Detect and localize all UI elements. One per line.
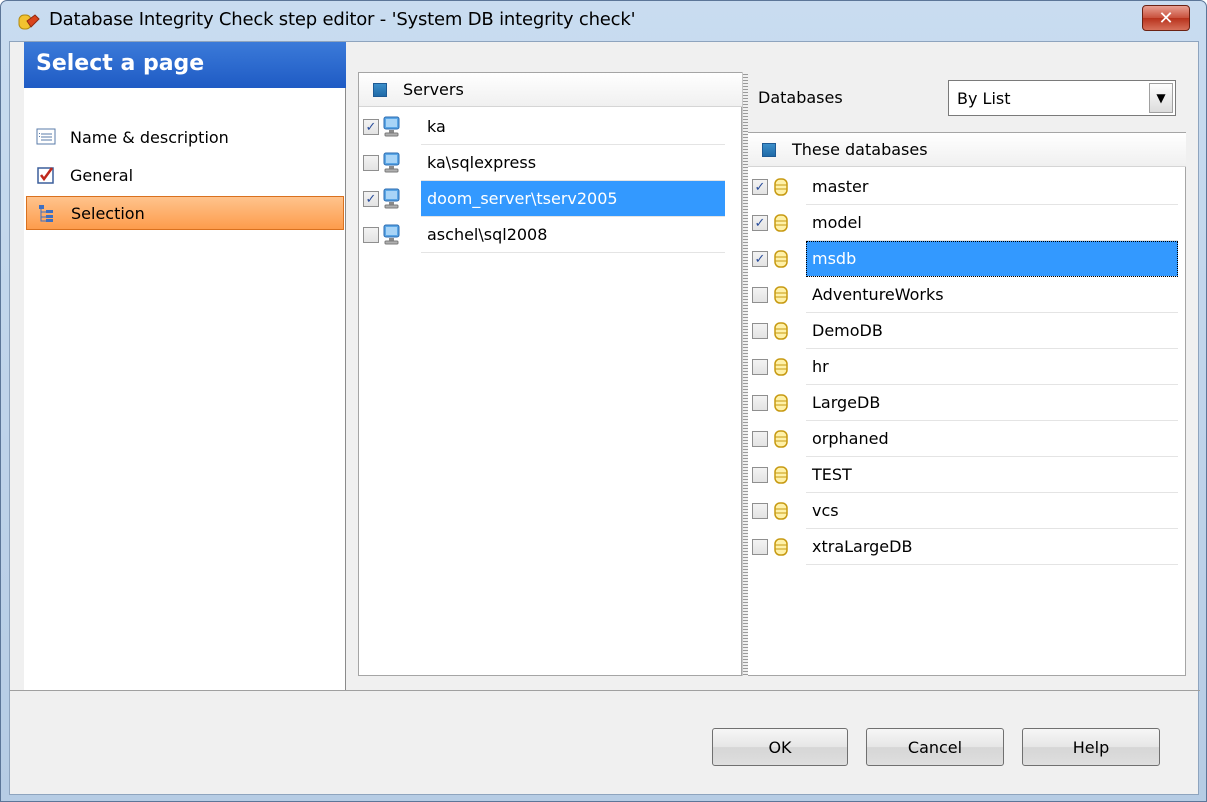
- database-icon: [774, 429, 788, 449]
- row-checkbox[interactable]: [752, 431, 768, 447]
- dialog-client-area: Select a page Name & description General: [9, 41, 1200, 795]
- row-checkbox[interactable]: [752, 287, 768, 303]
- tree-icon: [39, 205, 53, 222]
- database-row[interactable]: LargeDB: [748, 385, 1178, 421]
- row-name[interactable]: xtraLargeDB: [806, 529, 1178, 565]
- window-title: Database Integrity Check step editor - '…: [49, 9, 636, 30]
- row-checkbox[interactable]: [363, 227, 379, 243]
- row-checkbox[interactable]: [363, 155, 379, 171]
- row-checkbox[interactable]: [752, 359, 768, 375]
- page-navigator: Select a page Name & description General: [24, 42, 346, 690]
- database-icon: [774, 465, 788, 485]
- server-row[interactable]: ✓ ka: [359, 109, 725, 145]
- row-checkbox[interactable]: ✓: [752, 215, 768, 231]
- row-name[interactable]: doom_server\tserv2005: [421, 181, 725, 217]
- row-name[interactable]: model: [806, 205, 1178, 241]
- database-row[interactable]: ✓ master: [748, 169, 1178, 205]
- select-all-databases-checkbox[interactable]: [762, 142, 776, 157]
- row-name[interactable]: hr: [806, 349, 1178, 385]
- row-name[interactable]: DemoDB: [806, 313, 1178, 349]
- row-name[interactable]: LargeDB: [806, 385, 1178, 421]
- servers-header-label: Servers: [403, 80, 464, 99]
- nav-item-label: General: [70, 165, 134, 185]
- server-row[interactable]: aschel\sql2008: [359, 217, 725, 253]
- database-icon: [774, 177, 788, 197]
- servers-header[interactable]: Servers: [359, 73, 743, 107]
- database-row[interactable]: DemoDB: [748, 313, 1178, 349]
- database-row[interactable]: xtraLargeDB: [748, 529, 1178, 565]
- list-icon: [36, 128, 56, 145]
- database-icon: [774, 393, 788, 413]
- page-navigator-header: Select a page: [24, 42, 346, 88]
- row-name[interactable]: aschel\sql2008: [421, 217, 725, 253]
- databases-mode-value: By List: [957, 88, 1011, 108]
- cancel-button[interactable]: Cancel: [866, 728, 1004, 766]
- title-bar: Database Integrity Check step editor - '…: [1, 1, 1206, 41]
- row-checkbox[interactable]: [752, 467, 768, 483]
- server-row[interactable]: ✓ doom_server\tserv2005: [359, 181, 725, 217]
- nav-item-label: Selection: [71, 203, 145, 223]
- database-icon: [774, 537, 788, 557]
- database-icon: [774, 357, 788, 377]
- database-icon: [774, 285, 788, 305]
- server-icon: [381, 152, 401, 174]
- checkbox-icon: [37, 167, 54, 184]
- servers-grid: Servers ✓ ka ka\sqlexpress ✓ doom_server\tse…: [358, 72, 743, 676]
- row-name[interactable]: orphaned: [806, 421, 1178, 457]
- row-name[interactable]: vcs: [806, 493, 1178, 529]
- dialog-window: Database Integrity Check step editor - '…: [0, 0, 1207, 802]
- databases-header[interactable]: These databases: [748, 133, 1186, 167]
- row-name[interactable]: msdb: [806, 241, 1178, 277]
- server-row[interactable]: ka\sqlexpress: [359, 145, 725, 181]
- database-row[interactable]: hr: [748, 349, 1178, 385]
- database-icon: [774, 213, 788, 233]
- nav-item-selection[interactable]: Selection: [26, 196, 344, 230]
- databases-label: Databases: [758, 88, 843, 107]
- databases-header-label: These databases: [792, 140, 928, 159]
- database-row[interactable]: orphaned: [748, 421, 1178, 457]
- row-checkbox[interactable]: [752, 503, 768, 519]
- database-row[interactable]: ✓ model: [748, 205, 1178, 241]
- databases-grid: These databases ✓ master ✓ model ✓ msdb Advent…: [748, 132, 1186, 676]
- database-icon: [774, 321, 788, 341]
- row-name[interactable]: TEST: [806, 457, 1178, 493]
- nav-item-label: Name & description: [70, 127, 229, 147]
- close-button[interactable]: ✕: [1142, 5, 1190, 31]
- databases-mode-select[interactable]: By List ▼: [948, 80, 1176, 116]
- row-checkbox[interactable]: ✓: [363, 191, 379, 207]
- ok-button[interactable]: OK: [712, 728, 848, 766]
- row-checkbox[interactable]: [752, 395, 768, 411]
- cancel-button-label: Cancel: [907, 737, 963, 757]
- database-icon: [774, 249, 788, 269]
- database-row[interactable]: ✓ msdb: [748, 241, 1178, 277]
- row-checkbox[interactable]: [752, 539, 768, 555]
- row-name[interactable]: ka: [421, 109, 725, 145]
- close-icon: ✕: [1158, 7, 1174, 29]
- help-button-label: Help: [1072, 737, 1110, 757]
- bottom-separator: [10, 690, 1200, 691]
- server-icon: [381, 116, 401, 138]
- nav-item-general[interactable]: General: [26, 158, 344, 192]
- row-name[interactable]: AdventureWorks: [806, 277, 1178, 313]
- database-icon: [774, 501, 788, 521]
- chevron-down-icon[interactable]: ▼: [1149, 83, 1173, 113]
- app-icon: [18, 14, 40, 30]
- nav-item-name-description[interactable]: Name & description: [26, 120, 344, 154]
- help-button[interactable]: Help: [1022, 728, 1160, 766]
- row-name[interactable]: master: [806, 169, 1178, 205]
- select-all-servers-checkbox[interactable]: [373, 82, 387, 97]
- server-icon: [381, 224, 401, 246]
- database-row[interactable]: TEST: [748, 457, 1178, 493]
- database-row[interactable]: vcs: [748, 493, 1178, 529]
- server-icon: [381, 188, 401, 210]
- row-checkbox[interactable]: [752, 323, 768, 339]
- row-checkbox[interactable]: ✓: [363, 119, 379, 135]
- row-checkbox[interactable]: ✓: [752, 179, 768, 195]
- database-row[interactable]: AdventureWorks: [748, 277, 1178, 313]
- row-name[interactable]: ka\sqlexpress: [421, 145, 725, 181]
- ok-button-label: OK: [768, 737, 792, 757]
- row-checkbox[interactable]: ✓: [752, 251, 768, 267]
